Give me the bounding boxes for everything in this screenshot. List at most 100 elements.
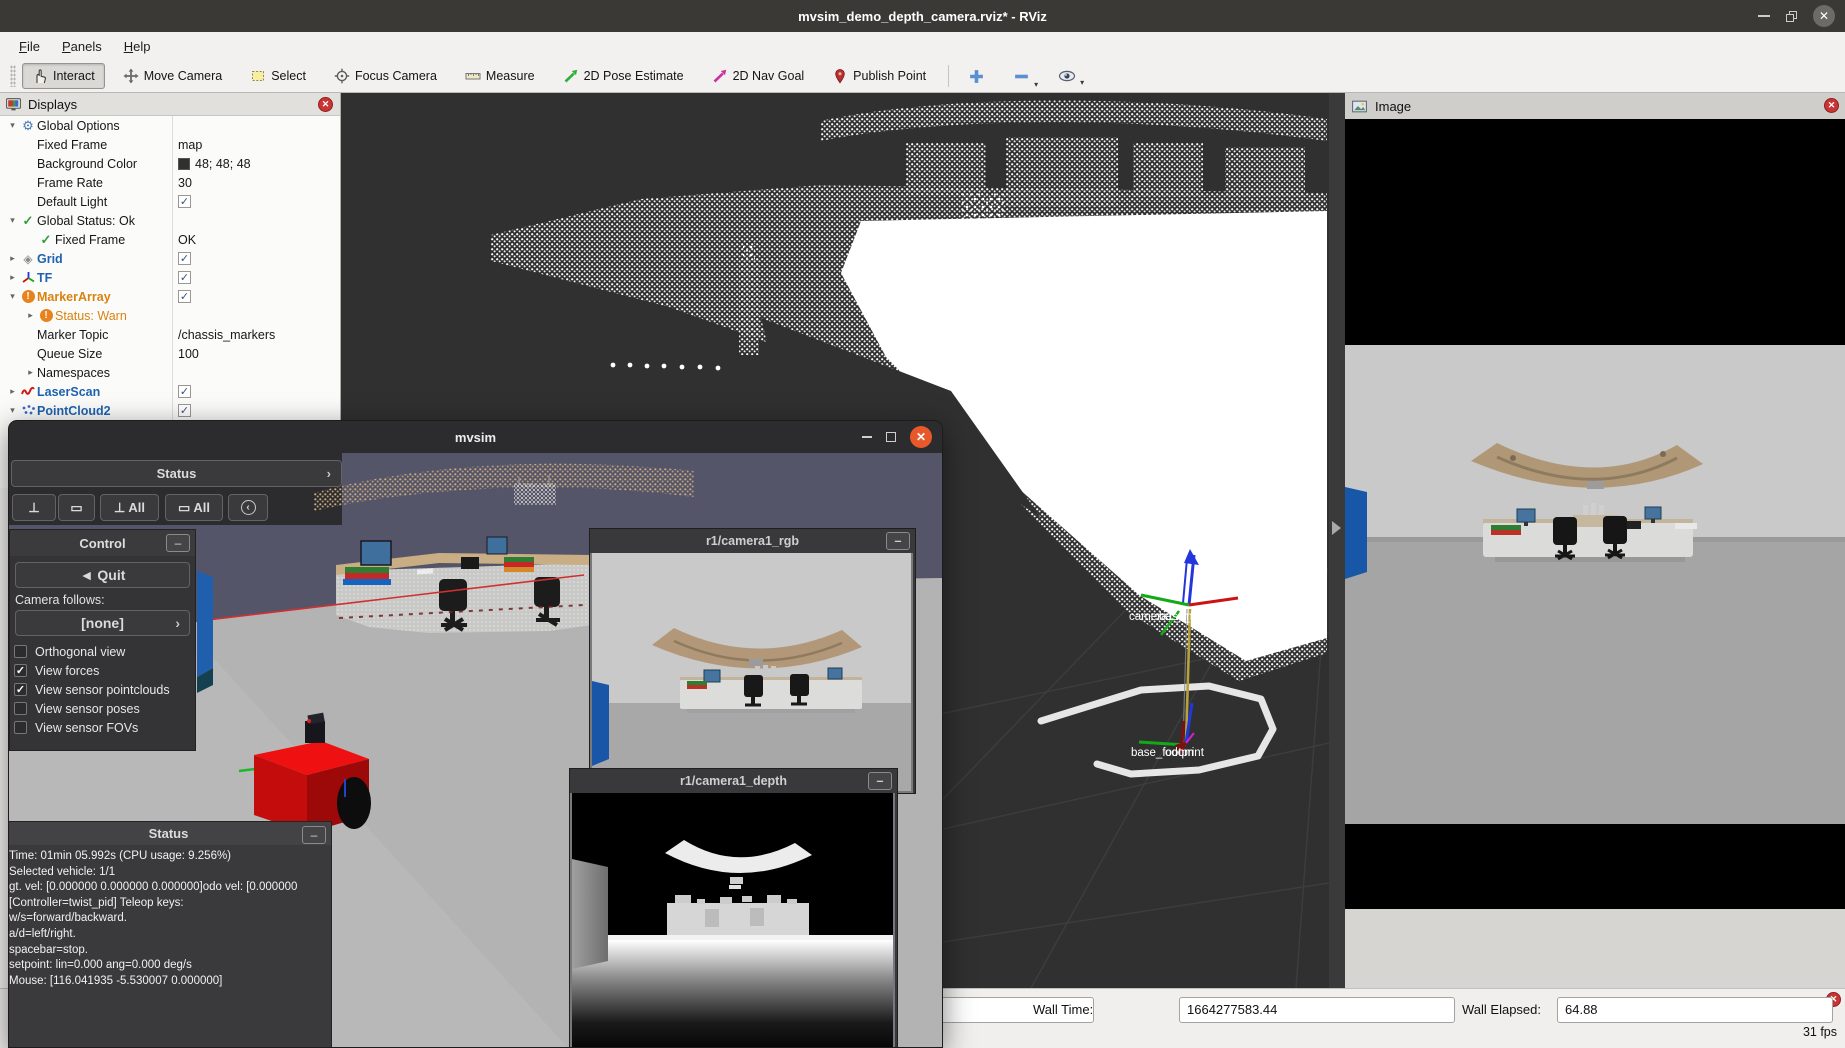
display-row-queue-size[interactable]: Queue Size100	[0, 344, 340, 363]
mvsim-viewport[interactable]: Status › ⊥▭⊥ All▭ All‹ Control – ◄ Quit …	[9, 453, 942, 1048]
quit-button[interactable]: ◄ Quit	[15, 562, 190, 588]
mvsim-minimize-icon[interactable]	[862, 436, 872, 438]
menu-file[interactable]: File	[10, 35, 49, 58]
display-row-frame-rate[interactable]: Frame Rate30	[0, 173, 340, 192]
dock-button-2[interactable]: ⊥ All	[100, 494, 159, 521]
tree-expand-icon[interactable]: ▸	[6, 386, 19, 397]
control-panel-header[interactable]: Control –	[10, 530, 195, 556]
display-value[interactable]	[178, 249, 191, 268]
display-row-global-options[interactable]: ▾⚙Global Options	[0, 116, 340, 135]
dock-button-1[interactable]: ▭	[58, 494, 95, 521]
display-row-laserscan[interactable]: ▸LaserScan	[0, 382, 340, 401]
dock-button-4[interactable]: ‹	[228, 494, 268, 521]
display-row-background-color[interactable]: Background Color48; 48; 48	[0, 154, 340, 173]
tool-zoom-in[interactable]	[959, 63, 994, 90]
tree-expand-icon[interactable]: ▾	[6, 291, 19, 302]
option-orthogonal-view[interactable]: Orthogonal view	[14, 642, 194, 661]
display-value[interactable]: OK	[178, 230, 196, 249]
restore-icon[interactable]	[1786, 11, 1797, 22]
tool-eye[interactable]: ▾	[1049, 64, 1085, 88]
tool-2d-pose-estimate[interactable]: 2D Pose Estimate	[553, 63, 694, 89]
splitter-arrow-icon[interactable]	[1332, 521, 1341, 535]
panel-splitter[interactable]	[1329, 93, 1345, 988]
display-value[interactable]: /chassis_markers	[178, 325, 275, 344]
tree-expand-icon[interactable]: ▸	[24, 310, 37, 321]
tool-zoom-out[interactable]: ▾	[1004, 63, 1039, 90]
tool-select[interactable]: Select	[240, 63, 316, 89]
display-value[interactable]	[178, 287, 191, 306]
display-value[interactable]: 48; 48; 48	[178, 154, 251, 173]
dock-button-3[interactable]: ▭ All	[165, 494, 223, 521]
toolbar-drag-handle[interactable]	[10, 65, 16, 87]
tree-expand-icon[interactable]: ▸	[24, 367, 37, 378]
display-row-pointcloud2[interactable]: ▾PointCloud2	[0, 401, 340, 420]
option-view-sensor-fovs[interactable]: View sensor FOVs	[14, 718, 194, 737]
display-value[interactable]: map	[178, 135, 202, 154]
rgb-camera-minimize-button[interactable]: –	[886, 532, 910, 550]
enabled-checkbox[interactable]	[178, 385, 191, 398]
tool-2d-nav-goal[interactable]: 2D Nav Goal	[702, 63, 815, 89]
display-row-fixed-frame[interactable]: ✓Fixed FrameOK	[0, 230, 340, 249]
tool-measure[interactable]: Measure	[455, 63, 545, 89]
display-value[interactable]: 30	[178, 173, 192, 192]
tool-focus-camera[interactable]: Focus Camera	[324, 63, 447, 89]
wall-elapsed-input[interactable]: 64.88	[1557, 997, 1833, 1023]
display-row-fixed-frame[interactable]: Fixed Framemap	[0, 135, 340, 154]
checkbox[interactable]	[14, 683, 27, 696]
tool-move-camera[interactable]: Move Camera	[113, 63, 233, 89]
display-value[interactable]	[178, 401, 191, 420]
option-view-sensor-poses[interactable]: View sensor poses	[14, 699, 194, 718]
depth-camera-titlebar[interactable]: r1/camera1_depth –	[570, 769, 897, 793]
display-value[interactable]	[178, 382, 191, 401]
option-view-forces[interactable]: View forces	[14, 661, 194, 680]
image-panel-close-icon[interactable]: ✕	[1824, 98, 1839, 113]
checkbox[interactable]	[14, 664, 27, 677]
camera-target-dropdown[interactable]: [none] ›	[15, 610, 190, 636]
close-icon[interactable]: ✕	[1813, 5, 1835, 27]
checkbox[interactable]	[14, 702, 27, 715]
display-row-status-warn[interactable]: ▸!Status: Warn	[0, 306, 340, 325]
tree-expand-icon[interactable]: ▾	[6, 405, 19, 416]
tool-interact[interactable]: Interact	[22, 63, 105, 89]
enabled-checkbox[interactable]	[178, 290, 191, 303]
display-row-tf[interactable]: ▸TF	[0, 268, 340, 287]
display-row-marker-topic[interactable]: Marker Topic/chassis_markers	[0, 325, 340, 344]
display-row-global-status-ok[interactable]: ▾✓Global Status: Ok	[0, 211, 340, 230]
mvsim-close-icon[interactable]: ✕	[910, 426, 932, 448]
display-row-default-light[interactable]: Default Light	[0, 192, 340, 211]
menu-panels[interactable]: Panels	[53, 35, 111, 58]
dock-button-0[interactable]: ⊥	[12, 494, 56, 521]
display-value[interactable]	[178, 268, 191, 287]
mvsim-maximize-icon[interactable]	[886, 432, 896, 442]
displays-header[interactable]: Displays ✕	[0, 93, 340, 116]
display-value[interactable]	[178, 192, 191, 211]
tree-expand-icon[interactable]: ▾	[6, 215, 19, 226]
enabled-checkbox[interactable]	[178, 404, 191, 417]
mvsim-titlebar[interactable]: mvsim ✕	[9, 421, 942, 453]
mvsim-status-button[interactable]: Status ›	[11, 460, 342, 487]
wall-time-input[interactable]: 1664277583.44	[1179, 997, 1455, 1023]
display-row-namespaces[interactable]: ▸Namespaces	[0, 363, 340, 382]
control-minimize-button[interactable]: –	[166, 534, 190, 552]
enabled-checkbox[interactable]	[178, 271, 191, 284]
rgb-camera-titlebar[interactable]: r1/camera1_rgb –	[590, 529, 915, 553]
image-panel-header[interactable]: Image ✕	[1345, 93, 1845, 119]
minimize-icon[interactable]	[1758, 15, 1770, 17]
tool-publish-point[interactable]: Publish Point	[822, 63, 936, 89]
enabled-checkbox[interactable]	[178, 195, 191, 208]
checkbox[interactable]	[14, 645, 27, 658]
mvsim-status-panel-header[interactable]: Status –	[9, 822, 331, 845]
mvsim-status-minimize-button[interactable]: –	[302, 826, 326, 844]
displays-close-icon[interactable]: ✕	[318, 97, 333, 112]
tree-expand-icon[interactable]: ▸	[6, 272, 19, 283]
tree-expand-icon[interactable]: ▸	[6, 253, 19, 264]
display-value[interactable]: 100	[178, 344, 199, 363]
checkbox[interactable]	[14, 721, 27, 734]
tree-expand-icon[interactable]: ▾	[6, 120, 19, 131]
display-row-markerarray[interactable]: ▾!MarkerArray	[0, 287, 340, 306]
menu-help[interactable]: Help	[115, 35, 160, 58]
depth-camera-minimize-button[interactable]: –	[868, 772, 892, 790]
enabled-checkbox[interactable]	[178, 252, 191, 265]
display-row-grid[interactable]: ▸◈Grid	[0, 249, 340, 268]
option-view-sensor-pointclouds[interactable]: View sensor pointclouds	[14, 680, 194, 699]
